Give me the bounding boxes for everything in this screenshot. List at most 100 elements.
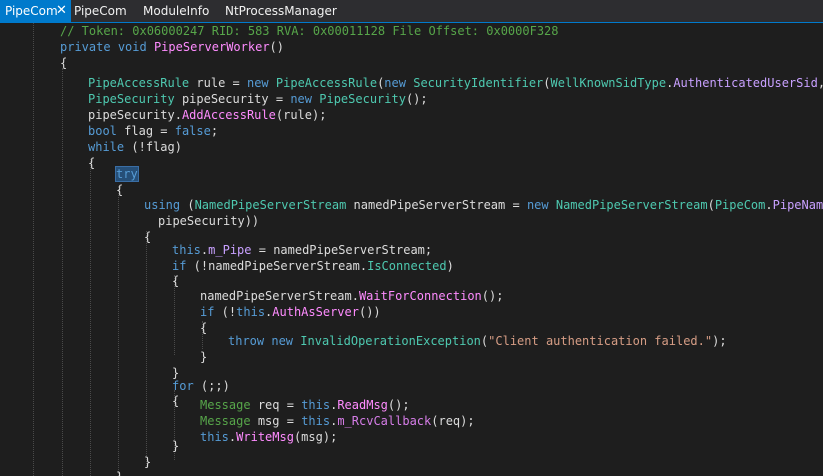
- keyword: private: [60, 40, 111, 54]
- brace: {: [144, 230, 152, 244]
- brace: {: [172, 394, 180, 408]
- close-icon[interactable]: ✕: [56, 0, 67, 22]
- keyword: while: [88, 140, 125, 154]
- identifier: namedPipeServerStream: [273, 243, 425, 257]
- comment: // Token: 0x06000247 RID: 583 RVA: 0x000…: [60, 24, 559, 38]
- method-ref[interactable]: AddAccessRule: [182, 108, 276, 122]
- type-ref[interactable]: PipeSecurity: [88, 92, 175, 106]
- code-line: namedPipeServerStream.WaitForConnection(…: [200, 289, 504, 303]
- keyword: new: [384, 76, 406, 90]
- method-name[interactable]: PipeServerWorker: [154, 40, 270, 54]
- identifier: rule: [196, 76, 226, 90]
- code-line: this.WriteMsg(msg);: [200, 430, 338, 444]
- identifier: pipeSecurity: [88, 108, 175, 122]
- brace: }: [172, 439, 180, 453]
- member-ref[interactable]: IsConnected: [367, 259, 446, 273]
- type-ref[interactable]: PipeSecurity: [319, 92, 406, 106]
- identifier: pipeSecurity: [181, 92, 269, 106]
- type-ref[interactable]: Message: [200, 398, 251, 412]
- member-ref[interactable]: AuthenticatedUserSid: [673, 76, 818, 90]
- method-ref[interactable]: WaitForConnection: [359, 289, 482, 303]
- member-ref[interactable]: PipeName: [773, 198, 823, 212]
- code-line: {: [200, 320, 207, 336]
- code-line: this.m_Pipe = namedPipeServerStream;: [172, 243, 433, 257]
- identifier: msg: [257, 414, 280, 428]
- code-line: Message req = this.ReadMsg();: [200, 398, 410, 412]
- identifier: flag: [145, 140, 175, 154]
- code-line: pipeSecurity.AddAccessRule(rule);: [88, 108, 327, 122]
- string-literal: "Client authentication failed.": [488, 334, 713, 348]
- keyword: this: [172, 243, 201, 257]
- code-line: }: [172, 438, 179, 454]
- brace: {: [60, 56, 68, 70]
- keyword: new: [271, 334, 294, 348]
- keyword: new: [290, 92, 313, 106]
- code-line: try: [115, 166, 139, 182]
- code-line: {: [172, 393, 179, 409]
- identifier: msg: [301, 430, 323, 444]
- brace: {: [172, 274, 180, 288]
- type-ref[interactable]: PipeAccessRule: [88, 76, 189, 90]
- method-ref[interactable]: AuthAsServer: [272, 305, 359, 319]
- code-line: Message msg = this.m_RcvCallback(req);: [200, 414, 475, 428]
- keyword-try-highlighted[interactable]: try: [115, 166, 139, 182]
- method-ref[interactable]: ReadMsg: [337, 398, 388, 412]
- code-line: {: [60, 55, 67, 71]
- tab-moduleinfo[interactable]: ModuleInfo: [143, 0, 213, 22]
- keyword: false: [174, 124, 211, 138]
- keyword: this: [236, 305, 266, 319]
- code-line: PipeSecurity pipeSecurity = new PipeSecu…: [88, 92, 428, 106]
- code-line: PipeAccessRule rule = new PipeAccessRule…: [88, 76, 823, 90]
- type-ref[interactable]: NamedPipeServerStream: [195, 198, 347, 212]
- indent-guide: [118, 186, 119, 476]
- tab-label: NtProcessManager: [225, 4, 337, 18]
- identifier: req: [438, 414, 461, 428]
- punct: (): [269, 40, 284, 54]
- keyword: for: [172, 379, 194, 393]
- code-line: throw new InvalidOperationException("Cli…: [228, 334, 727, 348]
- identifier: namedPipeServerStream: [353, 198, 506, 212]
- type-ref[interactable]: Message: [200, 414, 251, 428]
- brace: }: [200, 350, 208, 364]
- type-ref[interactable]: SecurityIdentifier: [413, 76, 543, 90]
- code-line: bool flag = false;: [88, 124, 219, 138]
- indent-guide: [33, 23, 34, 476]
- identifier: flag: [124, 124, 154, 138]
- indent-guide: [62, 68, 63, 476]
- code-line: }: [200, 349, 207, 365]
- type-ref[interactable]: WellKnownSidType: [551, 76, 667, 90]
- type-ref[interactable]: InvalidOperationException: [300, 334, 481, 348]
- keyword: throw: [228, 334, 265, 348]
- identifier: namedPipeServerStream: [200, 289, 352, 303]
- keyword: if: [172, 259, 187, 273]
- tab-ntprocessmanager[interactable]: NtProcessManager: [225, 0, 337, 22]
- keyword: new: [526, 198, 549, 212]
- indent-guide: [146, 231, 147, 466]
- tab-label: ModuleInfo: [143, 4, 210, 18]
- code-line: // Token: 0x06000247 RID: 583 RVA: 0x000…: [60, 23, 559, 39]
- keyword: this: [301, 414, 331, 428]
- brace: {: [88, 156, 96, 170]
- brace: {: [116, 183, 124, 197]
- member-ref[interactable]: m_Pipe: [208, 243, 251, 257]
- code-line: pipeSecurity)): [158, 214, 260, 228]
- method-ref[interactable]: WriteMsg: [236, 430, 294, 444]
- type-ref[interactable]: PipeAccessRule: [276, 76, 377, 90]
- code-line: {: [172, 273, 179, 289]
- type-ref[interactable]: PipeCom: [715, 198, 766, 212]
- brace: }: [144, 455, 152, 469]
- member-ref[interactable]: m_RcvCallback: [337, 414, 431, 428]
- tab-pipecom-active[interactable]: PipeCom ✕: [0, 0, 71, 22]
- document-tab-bar: PipeCom ✕ PipeCom ModuleInfo NtProcessMa…: [0, 0, 823, 23]
- code-line: while (!flag): [88, 140, 182, 154]
- keyword: void: [117, 40, 147, 54]
- type-ref[interactable]: NamedPipeServerStream: [556, 198, 708, 212]
- keyword: new: [246, 76, 269, 90]
- code-line: }: [116, 469, 123, 476]
- identifier: rule: [283, 108, 312, 122]
- identifier: req: [257, 398, 280, 412]
- keyword: bool: [88, 124, 117, 138]
- code-editor[interactable]: // Token: 0x06000247 RID: 583 RVA: 0x000…: [0, 23, 823, 476]
- tab-pipecom[interactable]: PipeCom: [73, 0, 133, 22]
- code-line: }: [144, 454, 151, 470]
